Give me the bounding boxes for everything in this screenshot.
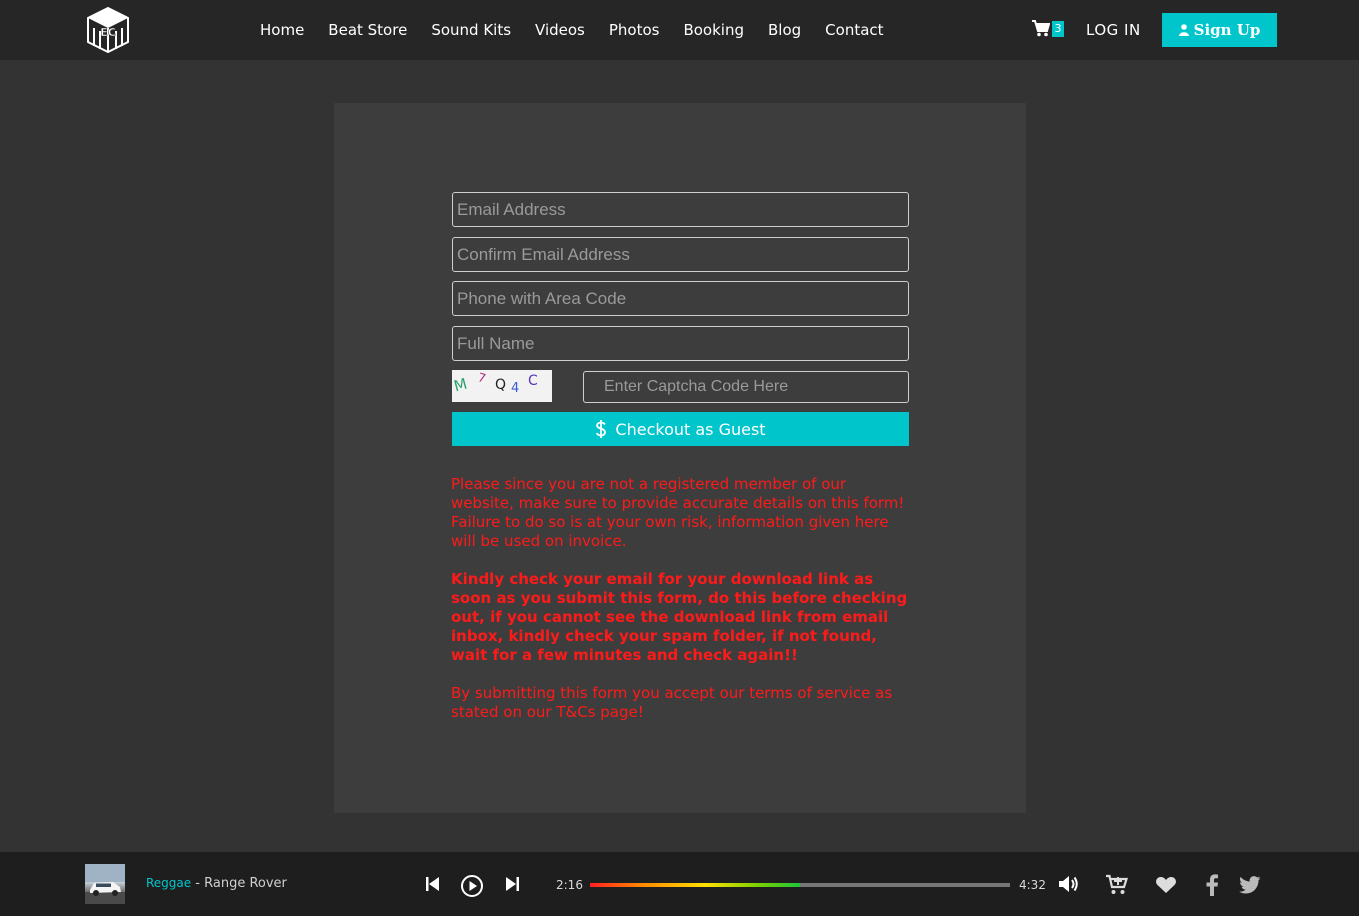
- checkout-label: Checkout as Guest: [615, 419, 766, 439]
- email-field[interactable]: [452, 192, 909, 227]
- track-thumbnail: [85, 864, 125, 904]
- confirm-email-field[interactable]: [452, 237, 909, 272]
- top-navbar: EC Home Beat Store Sound Kits Videos Pho…: [0, 0, 1359, 60]
- cart-count-badge: 3: [1052, 20, 1064, 37]
- signup-label: Sign Up: [1193, 21, 1261, 39]
- user-icon: [1178, 24, 1189, 36]
- car-image-icon: [85, 864, 125, 904]
- login-link[interactable]: LOG IN: [1086, 21, 1141, 39]
- nav-videos[interactable]: Videos: [535, 21, 585, 39]
- play-button-icon[interactable]: [460, 874, 484, 898]
- captcha-char-1: M: [452, 374, 470, 396]
- track-duration: 4:32: [1019, 878, 1046, 892]
- next-track-icon[interactable]: [504, 874, 520, 894]
- full-name-field[interactable]: [452, 326, 909, 361]
- logo-cube-icon: EC: [87, 6, 129, 54]
- accuracy-warning: Please since you are not a registered me…: [451, 475, 905, 550]
- audio-player-bar: Reggae - Range Rover 2:16 4:32: [0, 852, 1359, 916]
- previous-track-icon[interactable]: [425, 874, 441, 894]
- nav-sound-kits[interactable]: Sound Kits: [431, 21, 511, 39]
- playback-progress-fill: [590, 883, 800, 887]
- heart-icon[interactable]: [1155, 876, 1177, 894]
- logo-text: EC: [100, 26, 116, 39]
- captcha-char-3: Q: [495, 377, 507, 393]
- volume-icon[interactable]: [1058, 874, 1080, 894]
- nav-photos[interactable]: Photos: [609, 21, 660, 39]
- track-separator: -: [195, 876, 205, 891]
- nav-contact[interactable]: Contact: [825, 21, 883, 39]
- dollar-icon: [596, 420, 607, 438]
- checkout-as-guest-button[interactable]: Checkout as Guest: [452, 412, 909, 446]
- signup-button[interactable]: Sign Up: [1162, 13, 1277, 47]
- captcha-input[interactable]: [583, 371, 909, 403]
- facebook-icon[interactable]: [1205, 874, 1219, 896]
- captcha-image: M 7 Q 4 C: [452, 370, 552, 402]
- track-info: Reggae - Range Rover: [146, 876, 287, 891]
- add-to-cart-icon[interactable]: [1105, 874, 1129, 896]
- captcha-char-2: 7: [476, 370, 488, 386]
- phone-field[interactable]: [452, 281, 909, 316]
- terms-notice: By submitting this form you accept our t…: [451, 684, 893, 721]
- nav-beat-store[interactable]: Beat Store: [328, 21, 407, 39]
- main-nav: Home Beat Store Sound Kits Videos Photos…: [260, 0, 908, 60]
- captcha-char-4: 4: [511, 381, 520, 396]
- nav-home[interactable]: Home: [260, 21, 304, 39]
- elapsed-time: 2:16: [556, 878, 583, 892]
- track-title: Range Rover: [204, 876, 287, 891]
- track-genre-link[interactable]: Reggae: [146, 876, 191, 890]
- nav-booking[interactable]: Booking: [683, 21, 744, 39]
- download-link-notice: Kindly check your email for your downloa…: [451, 570, 908, 664]
- cart-icon: [1032, 20, 1050, 37]
- twitter-icon[interactable]: [1239, 876, 1261, 894]
- nav-blog[interactable]: Blog: [768, 21, 801, 39]
- site-logo[interactable]: EC: [86, 6, 130, 54]
- cart-button[interactable]: 3: [1032, 20, 1064, 37]
- playback-progress-bar[interactable]: [590, 883, 1010, 887]
- captcha-char-5: C: [528, 373, 538, 389]
